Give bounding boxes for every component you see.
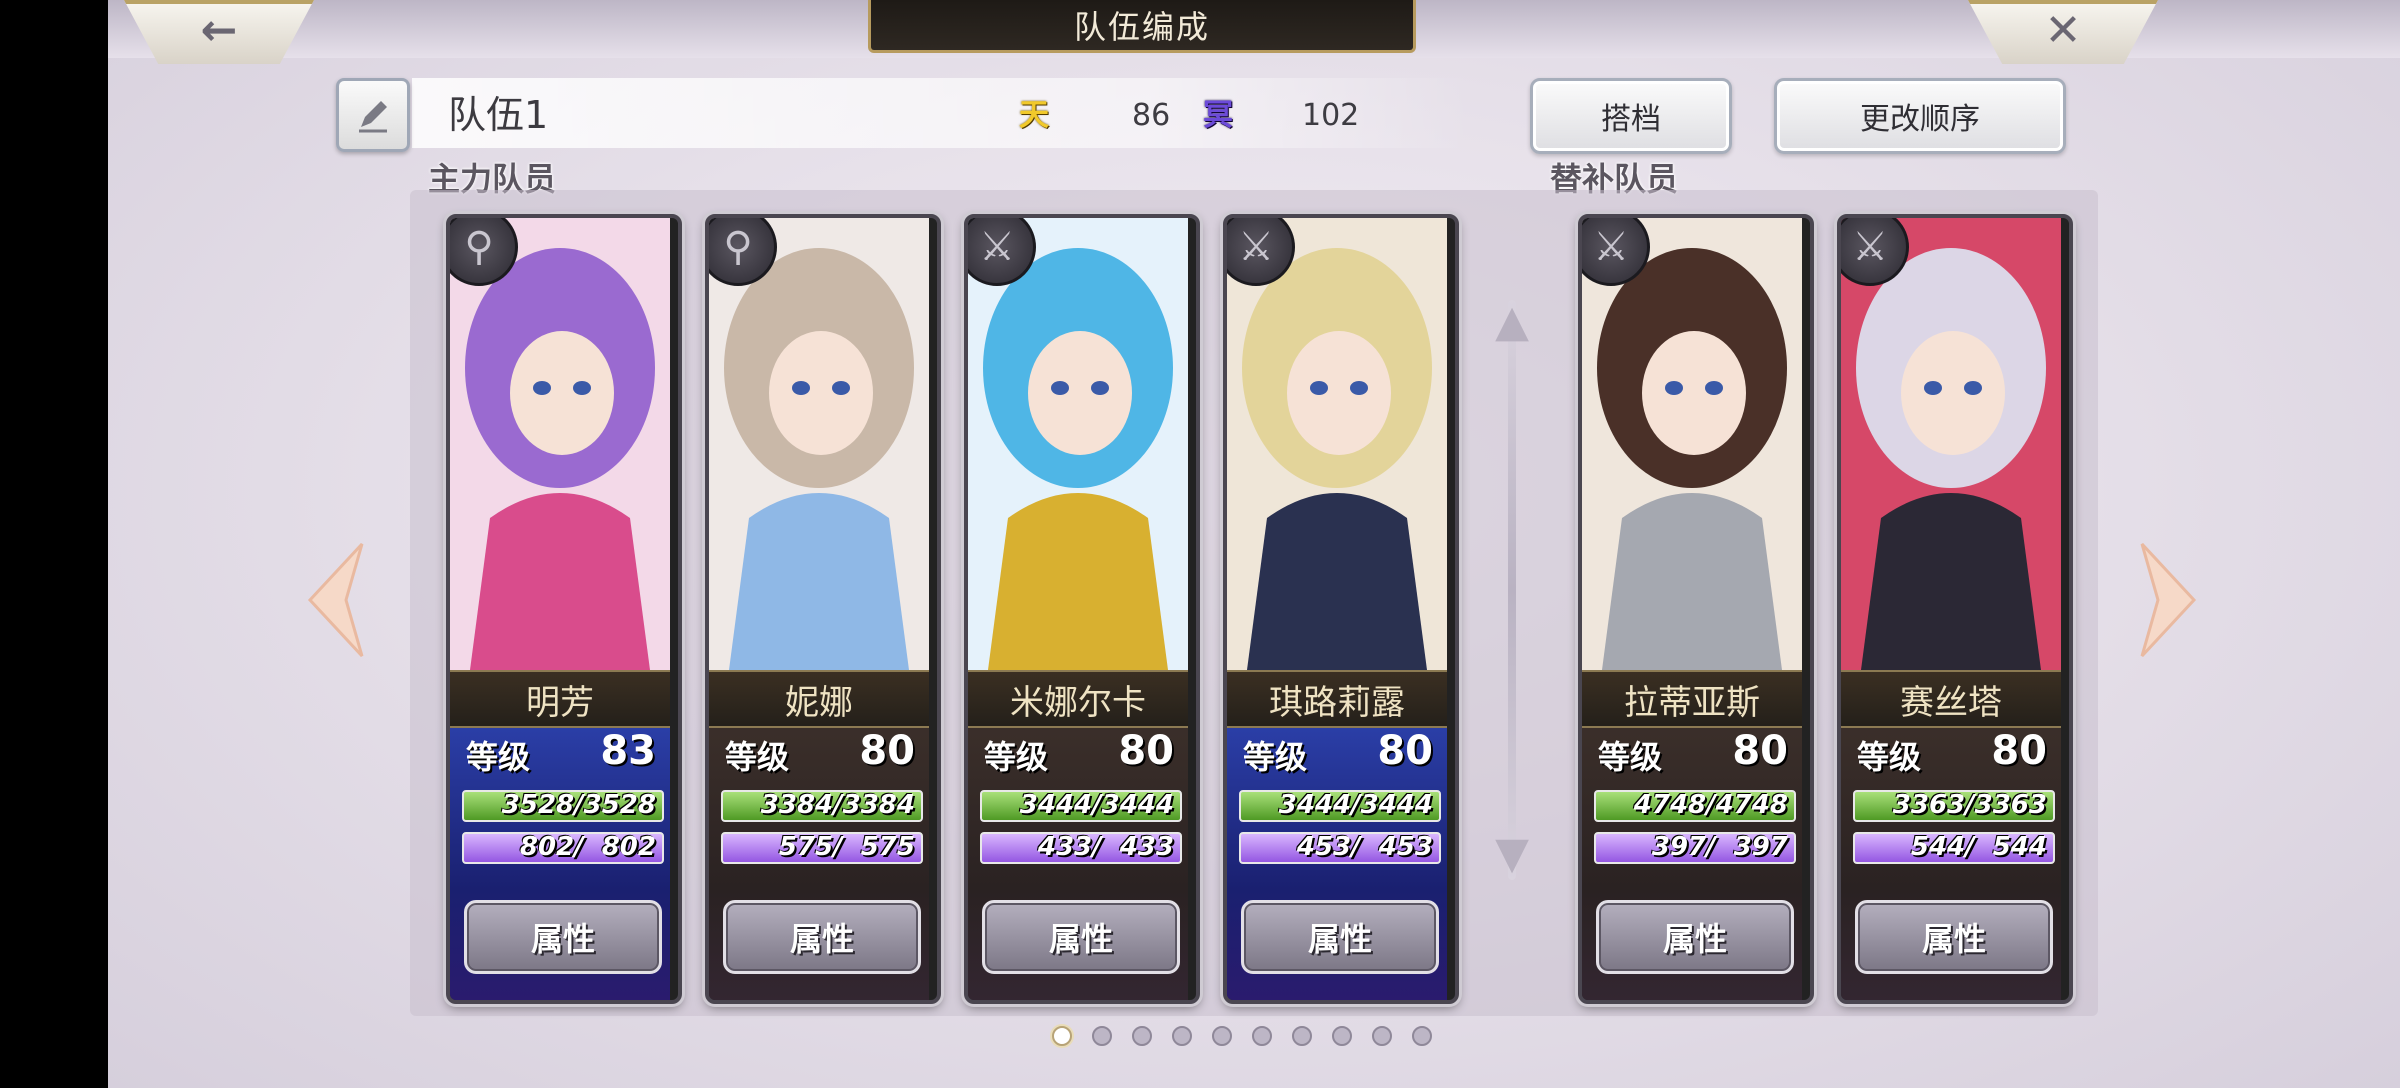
heaven-element-icon: 天 <box>1019 98 1049 133</box>
page-dot[interactable] <box>1292 1026 1312 1046</box>
page-dot[interactable] <box>1092 1026 1112 1046</box>
character-portrait <box>450 218 670 670</box>
level-value: 80 <box>859 728 915 774</box>
character-card[interactable]: ⚔ 赛丝塔 等级 80 3363/3363 544/ 544 属性 <box>1837 214 2073 1004</box>
hp-value: 3444/3444 <box>1278 790 1433 820</box>
divider-down-arrow-icon: ▼ <box>1495 828 1529 879</box>
level-label: 等级 <box>466 738 531 776</box>
mp-bar: 453/ 453 <box>1239 832 1441 864</box>
character-name: 赛丝塔 <box>1841 670 2061 728</box>
hp-value: 3384/3384 <box>760 790 915 820</box>
main-sub-divider <box>1508 300 1516 880</box>
heaven-element-value: 86 <box>1132 98 1171 133</box>
level-value: 80 <box>1377 728 1433 774</box>
page-dot[interactable] <box>1172 1026 1192 1046</box>
mp-bar: 433/ 433 <box>980 832 1182 864</box>
level-value: 80 <box>1732 728 1788 774</box>
character-name: 妮娜 <box>709 670 929 728</box>
attribute-button[interactable]: 属性 <box>464 900 662 974</box>
character-name: 拉蒂亚斯 <box>1582 670 1802 728</box>
left-arrow-icon: ← <box>200 4 238 56</box>
character-portrait <box>709 218 929 670</box>
level-label: 等级 <box>1243 738 1308 776</box>
character-portrait <box>968 218 1188 670</box>
mp-value: 397/ 397 <box>1642 832 1788 862</box>
page-dot[interactable] <box>1412 1026 1432 1046</box>
dark-element-value: 102 <box>1302 98 1360 133</box>
hp-bar: 3384/3384 <box>721 790 923 822</box>
mp-bar: 544/ 544 <box>1853 832 2055 864</box>
attribute-button[interactable]: 属性 <box>1241 900 1439 974</box>
mp-value: 802/ 802 <box>510 832 656 862</box>
level-value: 80 <box>1991 728 2047 774</box>
character-card[interactable]: ⚔ 琪路莉露 等级 80 3444/3444 453/ 453 属性 <box>1223 214 1459 1004</box>
mp-value: 544/ 544 <box>1901 832 2047 862</box>
hp-bar: 4748/4748 <box>1594 790 1796 822</box>
attribute-button[interactable]: 属性 <box>723 900 921 974</box>
mp-bar: 397/ 397 <box>1594 832 1796 864</box>
page-dot[interactable] <box>1372 1026 1392 1046</box>
hp-bar: 3528/3528 <box>462 790 664 822</box>
team-name: 队伍1 <box>448 93 549 137</box>
character-stats: 等级 80 3444/3444 453/ 453 属性 <box>1227 724 1447 1000</box>
prev-page-arrow[interactable] <box>306 540 366 660</box>
mp-value: 453/ 453 <box>1287 832 1433 862</box>
character-portrait <box>1227 218 1447 670</box>
next-page-arrow[interactable] <box>2138 540 2198 660</box>
partner-button[interactable]: 搭档 <box>1530 78 1732 154</box>
hp-value: 3444/3444 <box>1019 790 1174 820</box>
character-card[interactable]: ⚲ 明芳 等级 83 3528/3528 802/ 802 属性 <box>446 214 682 1004</box>
page-title: 队伍编成 <box>1073 8 1210 46</box>
character-card[interactable]: ⚔ 米娜尔卡 等级 80 3444/3444 433/ 433 属性 <box>964 214 1200 1004</box>
character-name: 琪路莉露 <box>1227 670 1447 728</box>
character-card[interactable]: ⚔ 拉蒂亚斯 等级 80 4748/4748 397/ 397 属性 <box>1578 214 1814 1004</box>
hp-value: 4748/4748 <box>1633 790 1788 820</box>
character-name: 米娜尔卡 <box>968 670 1188 728</box>
character-stats: 等级 80 3384/3384 575/ 575 属性 <box>709 724 929 1000</box>
character-stats: 等级 83 3528/3528 802/ 802 属性 <box>450 724 670 1000</box>
level-value: 83 <box>600 728 656 774</box>
divider-up-arrow-icon: ▲ <box>1495 296 1529 347</box>
hp-value: 3363/3363 <box>1892 790 2047 820</box>
mp-bar: 575/ 575 <box>721 832 923 864</box>
page-dot[interactable] <box>1052 1026 1072 1046</box>
page-dot[interactable] <box>1252 1026 1272 1046</box>
reorder-button[interactable]: 更改顺序 <box>1774 78 2066 154</box>
level-label: 等级 <box>725 738 790 776</box>
page-dot[interactable] <box>1212 1026 1232 1046</box>
character-card[interactable]: ⚲ 妮娜 等级 80 3384/3384 575/ 575 属性 <box>705 214 941 1004</box>
level-label: 等级 <box>1857 738 1922 776</box>
edit-team-name-button[interactable] <box>336 78 410 152</box>
character-portrait <box>1841 218 2061 670</box>
mp-value: 433/ 433 <box>1028 832 1174 862</box>
character-stats: 等级 80 4748/4748 397/ 397 属性 <box>1582 724 1802 1000</box>
level-value: 80 <box>1118 728 1174 774</box>
character-stats: 等级 80 3363/3363 544/ 544 属性 <box>1841 724 2061 1000</box>
title-bar: 队伍编成 <box>868 0 1416 53</box>
dark-element-icon: 冥 <box>1203 98 1233 133</box>
pen-icon <box>359 101 387 133</box>
hp-value: 3528/3528 <box>501 790 656 820</box>
mp-bar: 802/ 802 <box>462 832 664 864</box>
character-name: 明芳 <box>450 670 670 728</box>
hp-bar: 3363/3363 <box>1853 790 2055 822</box>
attribute-button[interactable]: 属性 <box>982 900 1180 974</box>
hp-bar: 3444/3444 <box>1239 790 1441 822</box>
page-dot[interactable] <box>1332 1026 1352 1046</box>
close-icon: ✕ <box>2044 4 2082 56</box>
level-label: 等级 <box>984 738 1049 776</box>
mp-value: 575/ 575 <box>769 832 915 862</box>
level-label: 等级 <box>1598 738 1663 776</box>
attribute-button[interactable]: 属性 <box>1596 900 1794 974</box>
page-dot[interactable] <box>1132 1026 1152 1046</box>
attribute-button[interactable]: 属性 <box>1855 900 2053 974</box>
pagination-dots <box>1052 1026 1432 1048</box>
hp-bar: 3444/3444 <box>980 790 1182 822</box>
character-stats: 等级 80 3444/3444 433/ 433 属性 <box>968 724 1188 1000</box>
character-portrait <box>1582 218 1802 670</box>
